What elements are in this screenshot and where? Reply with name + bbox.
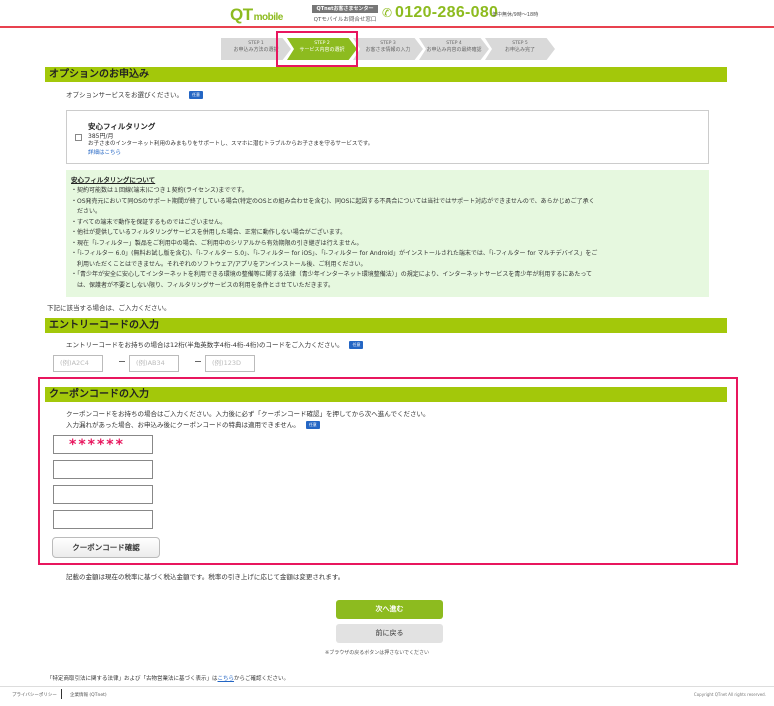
notice-line: は、保護者が不要としない限り、フィルタリングサービスの利用を条件とさせていただき… xyxy=(71,281,335,289)
filtering-checkbox[interactable] xyxy=(75,134,82,141)
coupon-code-field-4[interactable] xyxy=(53,510,153,529)
coupon-code-field-2[interactable] xyxy=(53,460,153,479)
notice-line: ・「i-フィルター 6.0」(無料お試し版を含む)、「i-フィルター 5.0」、… xyxy=(71,250,598,257)
notice-line: ださい。 xyxy=(71,208,102,215)
step-3: STEP 3 お客さま情報の入力 xyxy=(353,38,423,60)
site-footer: プライバシーポリシー 企業情報 (QTnet) Copyright QTnet … xyxy=(0,686,774,706)
browser-back-note: ※ブラウザの戻るボタンは押さないでください xyxy=(325,650,430,656)
coupon-warning: 入力漏れがあった場合、お申込み後にクーポンコードの特典は適用できません。 任意 xyxy=(66,419,320,429)
footer-company-link[interactable]: 企業情報 (QTnet) xyxy=(70,692,107,698)
entry-section-title: エントリーコードの入力 xyxy=(45,318,727,333)
option-instruction: オプションサービスをお選びください。 任意 xyxy=(66,89,203,99)
code-dash xyxy=(195,361,201,362)
notice-line: ・「青少年が安全に安心してインターネットを利用できる環境の整備等に関する法律（青… xyxy=(71,271,593,278)
code-dash xyxy=(119,361,125,362)
optional-tag: 任意 xyxy=(305,421,320,429)
optional-tag: 任意 xyxy=(349,341,364,349)
optional-tag: 任意 xyxy=(189,91,203,99)
notice-title: 安心フィルタリングについて xyxy=(71,176,156,184)
filtering-option-card[interactable]: 安心フィルタリング 385円/月 お子さまのインターネット利用のみまもりをサポー… xyxy=(66,110,709,164)
step-indicator: STEP 1 お申込み方法の選択 STEP 2 サービス内容の選択 STEP 3 お客… xyxy=(221,38,561,60)
notice-line: ・現在「i-フィルター」製品をご利用中の場合、ご利用中のシリアルから有効期限の引… xyxy=(71,239,363,247)
coupon-code-field-1[interactable]: ****** xyxy=(53,435,153,454)
phone-number[interactable]: 0120-286-080 xyxy=(395,4,498,22)
back-button[interactable]: 前に戻る xyxy=(336,624,443,643)
entry-code-field-3[interactable]: (例)123D xyxy=(205,355,255,372)
site-header: QTmobile QTnetお客さまセンター QTモバイルお問合せ窓口 ✆ 01… xyxy=(0,0,774,28)
option-description: お子さまのインターネット利用のみまもりをサポートし、スマホに潜むトラブルからお子… xyxy=(88,141,374,147)
notice-line: ・契約可能数は１回線(端末)につき１契約(ライセンス)までです。 xyxy=(71,187,248,194)
qtmobile-logo[interactable]: QTmobile xyxy=(230,5,283,25)
support-center-label: QTモバイルお問合せ窓口 xyxy=(313,17,377,23)
law-note: 「特定商取引法に関する法律」および「古物営業法に基づく表示」はこちらからご確認く… xyxy=(47,676,290,682)
entry-applicable-note: 下記に該当する場合は、ご入力ください。 xyxy=(47,304,171,312)
phone-icon: ✆ xyxy=(382,6,393,20)
footer-divider xyxy=(61,689,62,699)
notice-line: ・すべての端末で動作を保証するものではございません。 xyxy=(71,218,227,226)
notice-line: 利用いただくことはできません。それぞれのソフトウェア/アプリをアンインストール後… xyxy=(71,260,367,268)
coupon-instruction: クーポンコードをお持ちの場合はご入力ください。入力後に必ず「クーポンコード確認」… xyxy=(66,410,430,418)
entry-code-field-1[interactable]: (例)A2C4 xyxy=(53,355,103,372)
next-button[interactable]: 次へ進む xyxy=(336,600,443,619)
tax-note: 記載の金額は現在の税率に基づく税込金額です。税率の引き上げに応じて金額は変更され… xyxy=(66,573,345,581)
step-4: STEP 4 お申込み内容の最終確認 xyxy=(419,38,489,60)
phone-hours: 年中無休/9時〜18時 xyxy=(492,12,539,18)
entry-instruction: エントリーコードをお持ちの場合は12桁(半角英数字4桁-4桁-4桁)のコードをご… xyxy=(66,339,364,349)
support-center-badge: QTnetお客さまセンター xyxy=(312,5,378,13)
copyright: Copyright QTnet All rights reserved. xyxy=(693,692,766,697)
coupon-code-value: ****** xyxy=(69,437,125,453)
notice-line: ・他社が提供しているフィルタリングサービスを併用した場合、正常に動作しない場合が… xyxy=(71,229,347,236)
law-note-link[interactable]: こちら xyxy=(218,676,235,682)
coupon-section-title: クーポンコードの入力 xyxy=(45,387,727,402)
filtering-notice: 安心フィルタリングについて ・契約可能数は１回線(端末)につき１契約(ライセンス… xyxy=(66,170,709,297)
current-step-highlight xyxy=(276,31,358,67)
option-details-link[interactable]: 詳細はこちら xyxy=(88,148,121,156)
coupon-confirm-button[interactable]: クーポンコード確認 xyxy=(52,537,160,558)
footer-privacy-link[interactable]: プライバシーポリシー xyxy=(12,692,57,698)
option-section-title: オプションのお申込み xyxy=(45,67,727,82)
notice-line: ・OS発売元において同OSのサポート期間が終了している場合(特定のOSとの組み合… xyxy=(71,197,595,205)
entry-code-field-2[interactable]: (例)AB34 xyxy=(129,355,179,372)
coupon-code-field-3[interactable] xyxy=(53,485,153,504)
step-5: STEP 5 お申込み完了 xyxy=(485,38,555,60)
